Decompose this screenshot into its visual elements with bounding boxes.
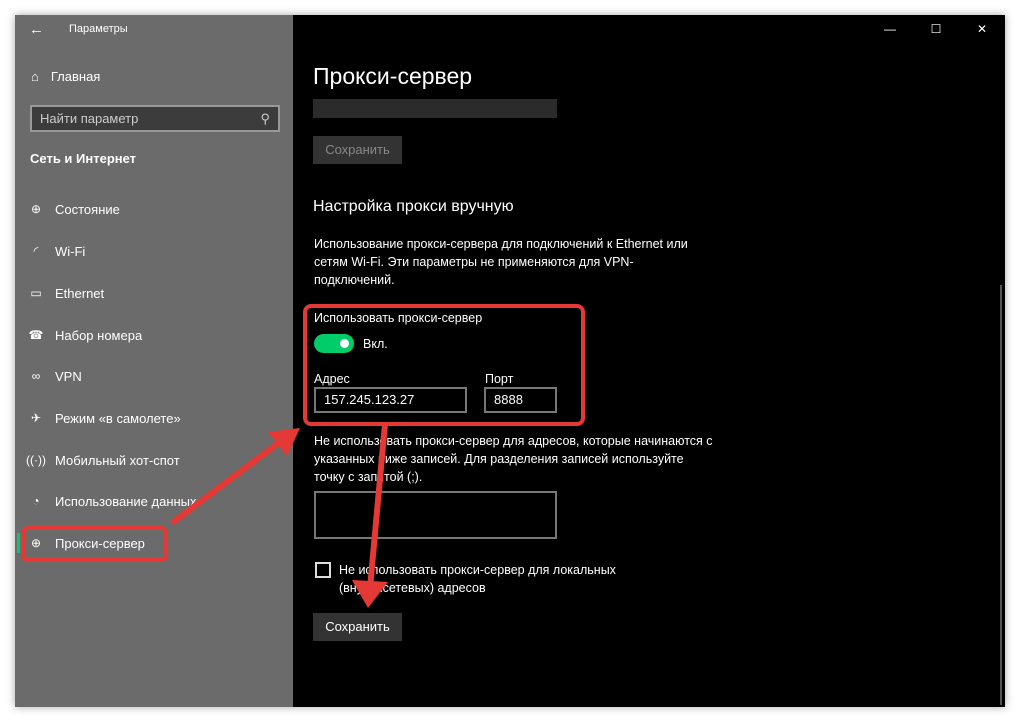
- port-input[interactable]: 8888: [484, 387, 557, 413]
- address-input[interactable]: 157.245.123.27: [314, 387, 467, 413]
- sidebar-item-airplane[interactable]: ✈ Режим «в самолете»: [15, 402, 293, 434]
- nav-label: Режим «в самолете»: [55, 410, 181, 426]
- use-proxy-label: Использовать прокси-сервер: [314, 311, 483, 325]
- phone-icon: ☎: [28, 328, 44, 342]
- exceptions-input[interactable]: [314, 491, 557, 539]
- content: — ☐ ✕ Прокси-сервер Сохранить Настройка …: [293, 15, 1005, 707]
- sidebar-item-ethernet[interactable]: ▭ Ethernet: [15, 277, 293, 309]
- search-placeholder: Найти параметр: [40, 111, 139, 126]
- script-address-field[interactable]: [313, 99, 557, 118]
- airplane-icon: ✈: [30, 411, 42, 425]
- exceptions-description: Не использовать прокси-сервер для адресо…: [314, 434, 713, 484]
- search-input[interactable]: Найти параметр ⚲: [30, 105, 280, 132]
- nav-label: Состояние: [55, 201, 120, 217]
- back-button[interactable]: ←: [29, 21, 44, 38]
- local-bypass-label: Не использовать прокси-сервер для локаль…: [339, 563, 616, 595]
- app-title: Параметры: [69, 23, 128, 35]
- scrollbar[interactable]: [1000, 285, 1002, 705]
- minimize-button[interactable]: —: [867, 15, 913, 43]
- manual-description: Использование прокси-сервера для подключ…: [314, 237, 688, 287]
- manual-heading: Настройка прокси вручную: [313, 198, 514, 215]
- save-button[interactable]: Сохранить: [313, 613, 402, 641]
- sidebar-item-hotspot[interactable]: ((·)) Мобильный хот-спот: [15, 444, 293, 476]
- wifi-icon: ◜: [33, 244, 39, 258]
- settings-window: ← Параметры ⌂ Главная Найти параметр ⚲ Сет…: [15, 15, 1005, 707]
- sidebar-item-dialup[interactable]: ☎ Набор номера: [15, 319, 293, 351]
- search-icon: ⚲: [260, 111, 270, 126]
- toggle-state: Вкл.: [363, 337, 388, 351]
- sidebar-item-wifi[interactable]: ◜ Wi-Fi: [15, 235, 293, 267]
- use-proxy-toggle[interactable]: [314, 334, 354, 353]
- sidebar-home[interactable]: ⌂ Главная: [31, 69, 100, 84]
- data-usage-icon: ◔: [32, 494, 40, 508]
- home-label: Главная: [50, 69, 101, 84]
- maximize-button[interactable]: ☐: [913, 15, 959, 43]
- page-title: Прокси-сервер: [313, 63, 473, 89]
- sidebar-item-status[interactable]: ⊕ Состояние: [15, 193, 293, 225]
- hotspot-icon: ((·)): [26, 453, 46, 467]
- save-button-disabled[interactable]: Сохранить: [313, 136, 402, 164]
- nav-label: Мобильный хот-спот: [55, 452, 180, 468]
- nav-label: Использование данных: [55, 493, 197, 509]
- port-label: Порт: [485, 372, 514, 386]
- home-icon: ⌂: [31, 69, 39, 84]
- local-bypass-checkbox[interactable]: [315, 562, 331, 578]
- sidebar-item-vpn[interactable]: ∞ VPN: [15, 360, 293, 392]
- address-label: Адрес: [314, 372, 350, 386]
- section-title: Сеть и Интернет: [30, 151, 137, 166]
- globe-icon: ⊕: [30, 536, 42, 550]
- nav-label: Wi-Fi: [55, 243, 86, 259]
- status-icon: ⊕: [30, 202, 42, 216]
- sidebar: ← Параметры ⌂ Главная Найти параметр ⚲ Сет…: [15, 15, 293, 707]
- close-button[interactable]: ✕: [959, 15, 1005, 43]
- nav-label: VPN: [55, 368, 82, 384]
- vpn-icon: ∞: [31, 369, 41, 383]
- sidebar-item-data-usage[interactable]: ◔ Использование данных: [15, 485, 293, 517]
- nav-label: Ethernet: [55, 285, 105, 301]
- nav-label: Прокси-сервер: [55, 535, 145, 551]
- nav-label: Набор номера: [55, 327, 143, 343]
- sidebar-item-proxy[interactable]: ⊕ Прокси-сервер: [15, 527, 293, 559]
- ethernet-icon: ▭: [30, 286, 42, 300]
